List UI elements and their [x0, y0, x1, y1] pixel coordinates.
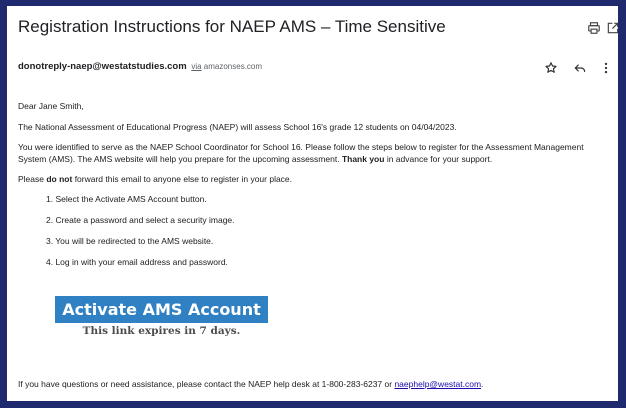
email-subject: Registration Instructions for NAEP AMS –… [18, 17, 446, 36]
sender-via: via amazonses.com [191, 62, 262, 71]
assessment-notice: The National Assessment of Educational P… [18, 122, 457, 132]
no-forward-text-a: Please [18, 174, 47, 184]
step-item: 4. Log in with your email address and pa… [46, 257, 228, 267]
sender-row: donotreply-naep@westatstudies.com via am… [7, 57, 618, 79]
no-forward-text-b: forward this email to anyone else to reg… [72, 174, 293, 184]
via-domain: amazonses.com [203, 62, 263, 71]
coordinator-paragraph: You were identified to serve as the NAEP… [18, 141, 610, 165]
support-text: in advance for your support. [384, 154, 493, 164]
email-body: Dear Jane Smith, The National Assessment… [18, 100, 610, 277]
via-link[interactable]: via [191, 62, 201, 71]
email-view: Registration Instructions for NAEP AMS –… [7, 6, 618, 401]
reply-icon[interactable] [571, 59, 589, 77]
star-icon[interactable] [542, 59, 560, 77]
help-email-link[interactable]: naephelp@westat.com [394, 379, 481, 389]
open-in-new-window-icon[interactable] [604, 19, 618, 37]
cta-block: Activate AMS Account This link expires i… [55, 296, 268, 338]
more-vert-icon[interactable] [597, 59, 615, 77]
help-text: If you have questions or need assistance… [18, 379, 395, 389]
sender-info: donotreply-naep@westatstudies.com via am… [18, 61, 262, 73]
do-not-text: do not [46, 174, 73, 184]
sender-email: donotreply-naep@westatstudies.com [18, 61, 187, 72]
greeting: Dear Jane Smith, [18, 101, 84, 111]
link-expiry-note: This link expires in 7 days. [82, 325, 241, 337]
coordinator-text: You were identified to serve as the NAEP… [18, 142, 584, 164]
step-item: 2. Create a password and select a securi… [46, 215, 235, 225]
step-item: 1. Select the Activate AMS Account butto… [46, 194, 207, 204]
print-icon[interactable] [585, 19, 603, 37]
activate-ams-account-button[interactable]: Activate AMS Account [55, 296, 268, 323]
steps-list: 1. Select the Activate AMS Account butto… [18, 193, 610, 268]
subject-row: Registration Instructions for NAEP AMS –… [7, 6, 618, 46]
step-item: 3. You will be redirected to the AMS web… [46, 236, 214, 246]
help-footer: If you have questions or need assistance… [18, 378, 483, 390]
footer-period: . [481, 379, 484, 389]
no-forward-paragraph: Please do not forward this email to anyo… [18, 173, 610, 185]
thank-you-text: Thank you [341, 154, 385, 164]
